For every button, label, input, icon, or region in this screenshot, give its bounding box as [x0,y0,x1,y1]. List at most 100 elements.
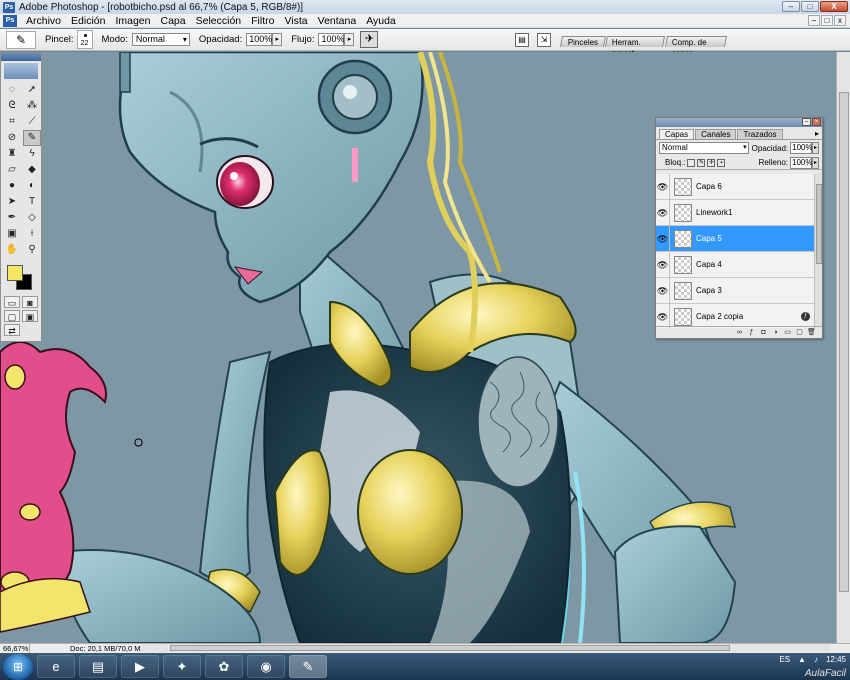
menu-edicion[interactable]: Edición [66,15,110,27]
layer-effects-icon[interactable]: ƒ [801,312,810,321]
lock-position-icon[interactable]: ✛ [707,158,716,167]
network-icon[interactable]: ▲ [798,655,806,664]
lock-all-icon[interactable]: ▪ [717,158,726,167]
move-icon[interactable]: ➚ [23,82,41,98]
close-button[interactable]: X [820,1,848,12]
flow-input[interactable]: 100% [318,33,345,46]
blur-icon[interactable]: ● [3,178,21,194]
visibility-eye-icon[interactable]: 👁 [656,199,670,226]
layer-row[interactable]: 👁 Linework1 [656,199,814,226]
well-tab-composiciones[interactable]: Comp. de capas [664,36,727,58]
start-button[interactable]: ⊞ [3,653,33,680]
visibility-eye-icon[interactable]: 👁 [656,303,670,328]
adjustment-layer-icon[interactable]: ◑ [771,328,780,337]
visibility-eye-icon[interactable]: 👁 [656,251,670,278]
layer-list-scrollbar[interactable] [814,174,822,328]
lock-transparency-icon[interactable] [687,158,696,167]
menu-seleccion[interactable]: Selección [191,15,247,27]
tab-trazados[interactable]: Trazados [737,129,783,139]
zoom-icon[interactable]: ⚲ [23,242,41,258]
bucket-icon[interactable]: ◆ [23,162,41,178]
menu-imagen[interactable]: Imagen [110,15,155,27]
photoshop-task-icon[interactable]: ✎ [289,655,327,678]
visibility-eye-icon[interactable]: 👁 [656,277,670,304]
file-explorer-icon[interactable]: ▤ [79,655,117,678]
layer-row[interactable]: 👁 Capa 2 copia ƒ [656,303,814,328]
menu-archivo[interactable]: Archivo [21,15,66,27]
lasso-icon[interactable]: ᘓ [3,98,21,114]
zoom-level[interactable]: 66,67% [0,644,30,653]
shape-icon[interactable]: ◇ [23,210,41,226]
magic-wand-icon[interactable]: ⁂ [23,98,41,114]
well-tab-pinceles[interactable]: Pinceles [560,36,607,47]
history-brush-icon[interactable]: ϟ [23,146,41,162]
pen-icon[interactable]: ✒ [3,210,21,226]
chrome-icon[interactable]: ◉ [247,655,285,678]
maximize-button[interactable]: □ [801,1,819,12]
link-layers-icon[interactable]: ∞ [735,328,744,337]
healing-icon[interactable]: ⊘ [3,130,21,146]
canvas-vertical-scrollbar[interactable] [836,52,850,643]
screen-mode-full-icon[interactable]: ▣ [22,310,38,322]
flow-slider-button[interactable]: ▸ [344,33,355,46]
layer-row[interactable]: 👁 Capa 6 [656,174,814,200]
panel-minimize-button[interactable]: – [802,118,811,126]
layer-row[interactable]: 👁 Capa 4 [656,251,814,278]
menu-capa[interactable]: Capa [156,15,191,27]
media-player-icon[interactable]: ▶ [121,655,159,678]
stamp-icon[interactable]: ♜ [3,146,21,162]
airbrush-toggle[interactable]: ✈ [360,31,379,48]
tab-capas[interactable]: Capas [659,129,695,139]
notes-icon[interactable]: ▣ [3,226,21,242]
fill-input[interactable]: 100% [790,156,812,169]
hand-icon[interactable]: ✋ [3,242,21,258]
tools-palette-header[interactable] [1,53,41,61]
new-layer-icon[interactable]: ▢ [795,328,804,337]
doc-close-button[interactable]: x [834,15,846,26]
delete-layer-icon[interactable]: 🗑 [807,328,816,337]
marquee-icon[interactable]: ◌ [3,82,21,98]
eyedropper-icon[interactable]: ⟊ [23,226,41,242]
new-group-icon[interactable]: ▭ [783,328,792,337]
lock-pixels-icon[interactable]: ✎ [697,158,706,167]
tool-preset-picker[interactable]: ✎ [6,30,36,49]
layer-opacity-input[interactable]: 100% [790,142,813,154]
add-mask-icon[interactable]: ◘ [759,328,768,337]
adobe-online-button[interactable] [4,63,38,79]
blend-mode-select[interactable]: Normal [659,142,749,154]
well-tab-herramientas[interactable]: Herram. preest. [605,36,666,58]
layers-panel-header[interactable]: – × [656,118,822,127]
path-select-icon[interactable]: ➤ [3,194,21,210]
doc-minimize-button[interactable]: – [808,15,820,26]
brush-picker[interactable]: 22 [76,30,93,49]
canvas-horizontal-scrollbar[interactable] [140,644,830,652]
jump-to-imageready-icon[interactable]: ⇄ [4,324,20,336]
mode-select[interactable]: Normal [131,33,190,46]
horizontal-scroll-thumb[interactable] [170,645,730,651]
layer-row[interactable]: 👁 Capa 3 [656,277,814,304]
layer-opacity-slider-button[interactable]: ▸ [812,142,819,154]
eraser-icon[interactable]: ▱ [3,162,21,178]
panel-menu-icon[interactable]: ▸ [815,129,819,138]
menu-ventana[interactable]: Ventana [313,15,362,27]
app-menu-icon[interactable]: Ps [3,14,17,27]
internet-explorer-icon[interactable]: e [37,655,75,678]
doc-maximize-button[interactable]: □ [821,15,833,26]
layer-row-selected[interactable]: 👁 Capa 5 [656,225,814,252]
minimize-button[interactable]: – [782,1,800,12]
app-icon-1[interactable]: ✦ [163,655,201,678]
menu-filtro[interactable]: Filtro [246,15,279,27]
visibility-eye-icon[interactable]: 👁 [656,225,670,252]
visibility-eye-icon[interactable]: 👁 [656,174,670,200]
slice-icon[interactable]: ⟋ [23,114,41,130]
fill-slider-button[interactable]: ▸ [812,156,819,169]
tab-canales[interactable]: Canales [695,129,737,139]
screen-mode-standard-icon[interactable]: ▢ [4,310,20,322]
type-icon[interactable]: T [23,194,41,210]
language-indicator[interactable]: ES [779,655,790,664]
app-icon-2[interactable]: ✿ [205,655,243,678]
layer-style-icon[interactable]: ƒ [747,328,756,337]
opacity-input[interactable]: 100% [246,33,272,46]
crop-icon[interactable]: ⌗ [3,114,21,130]
opacity-slider-button[interactable]: ▸ [272,33,283,46]
